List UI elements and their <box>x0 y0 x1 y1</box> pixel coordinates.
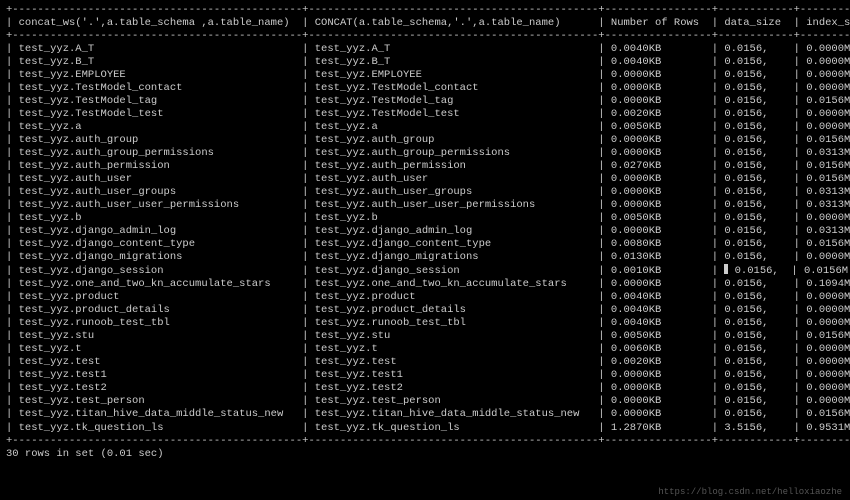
table-row: | test_yyz.auth_group | test_yyz.auth_gr… <box>6 134 850 147</box>
table-row: | test_yyz.django_migrations | test_yyz.… <box>6 251 850 264</box>
table-row: | test_yyz.B_T | test_yyz.B_T | 0.0040KB… <box>6 56 850 69</box>
table-row: | test_yyz.a | test_yyz.a | 0.0050KB | 0… <box>6 121 850 134</box>
table-separator: +---------------------------------------… <box>6 4 850 17</box>
table-row: | test_yyz.one_and_two_kn_accumulate_sta… <box>6 278 850 291</box>
table-row: | test_yyz.A_T | test_yyz.A_T | 0.0040KB… <box>6 43 850 56</box>
table-row: | test_yyz.t | test_yyz.t | 0.0060KB | 0… <box>6 343 850 356</box>
table-header-row: | concat_ws('.',a.table_schema ,a.table_… <box>6 17 850 30</box>
table-row: | test_yyz.product_details | test_yyz.pr… <box>6 304 850 317</box>
table-row: | test_yyz.TestModel_test | test_yyz.Tes… <box>6 108 850 121</box>
footer-status: 30 rows in set (0.01 sec) <box>6 448 850 461</box>
terminal-output: +---------------------------------------… <box>0 0 850 500</box>
table-row: | test_yyz.tk_question_ls | test_yyz.tk_… <box>6 422 850 435</box>
table-row: | test_yyz.stu | test_yyz.stu | 0.0050KB… <box>6 330 850 343</box>
table-row: | test_yyz.b | test_yyz.b | 0.0050KB | 0… <box>6 212 850 225</box>
table-row: | test_yyz.EMPLOYEE | test_yyz.EMPLOYEE … <box>6 69 850 82</box>
result-table: +---------------------------------------… <box>6 4 850 448</box>
table-row: | test_yyz.TestModel_contact | test_yyz.… <box>6 82 850 95</box>
table-row: | test_yyz.titan_hive_data_middle_status… <box>6 408 850 421</box>
table-separator: +---------------------------------------… <box>6 30 850 43</box>
table-row: | test_yyz.django_admin_log | test_yyz.d… <box>6 225 850 238</box>
table-row: | test_yyz.product | test_yyz.product | … <box>6 291 850 304</box>
table-row: | test_yyz.test2 | test_yyz.test2 | 0.00… <box>6 382 850 395</box>
table-row: | test_yyz.auth_user | test_yyz.auth_use… <box>6 173 850 186</box>
table-row: | test_yyz.runoob_test_tbl | test_yyz.ru… <box>6 317 850 330</box>
table-row: | test_yyz.test1 | test_yyz.test1 | 0.00… <box>6 369 850 382</box>
table-row: | test_yyz.TestModel_tag | test_yyz.Test… <box>6 95 850 108</box>
table-row: | test_yyz.auth_permission | test_yyz.au… <box>6 160 850 173</box>
table-row: | test_yyz.auth_user_user_permissions | … <box>6 199 850 212</box>
table-row: | test_yyz.django_content_type | test_yy… <box>6 238 850 251</box>
table-row: | test_yyz.django_session | test_yyz.dja… <box>6 264 850 278</box>
table-row: | test_yyz.auth_user_groups | test_yyz.a… <box>6 186 850 199</box>
table-row: | test_yyz.test | test_yyz.test | 0.0020… <box>6 356 850 369</box>
table-row: | test_yyz.test_person | test_yyz.test_p… <box>6 395 850 408</box>
table-row: | test_yyz.auth_group_permissions | test… <box>6 147 850 160</box>
watermark: https://blog.csdn.net/helloxiaozhe <box>658 487 842 498</box>
table-separator: +---------------------------------------… <box>6 435 850 448</box>
